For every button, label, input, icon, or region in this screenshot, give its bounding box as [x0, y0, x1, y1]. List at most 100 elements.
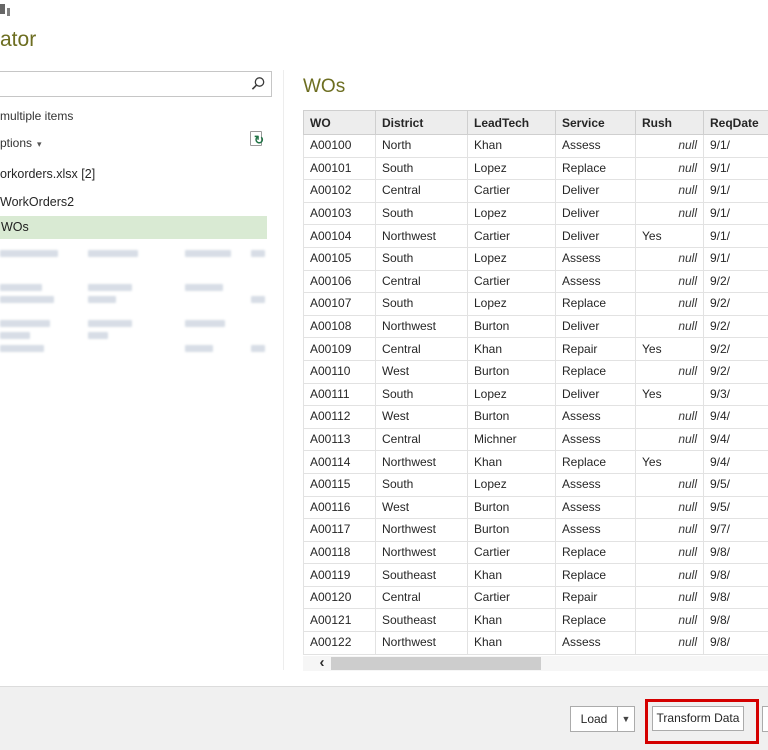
table-cell: 9/1/: [703, 224, 768, 248]
search-input[interactable]: [0, 72, 251, 94]
ghost-text-artifact: [88, 284, 132, 291]
load-dropdown-button[interactable]: ▼: [618, 706, 635, 732]
search-icon[interactable]: [250, 76, 266, 92]
table-cell: null: [635, 563, 704, 587]
table-cell: A00112: [303, 405, 376, 429]
table-cell: Deliver: [555, 224, 636, 248]
refresh-arrow-glyph: ↻: [254, 133, 265, 147]
table-cell: 9/8/: [703, 608, 768, 633]
table-cell: 9/4/: [703, 450, 768, 474]
table-cell: Assess: [555, 427, 636, 452]
refresh-icon[interactable]: ↻: [249, 131, 267, 149]
navigator-dialog: ator multiple items ptions ▾ ↻ orkorders.…: [0, 0, 768, 750]
table-cell: Replace: [555, 563, 636, 587]
pane-divider: [283, 70, 284, 670]
table-cell: Assess: [555, 134, 636, 158]
table-cell: Lopez: [467, 292, 556, 316]
table-cell: 9/2/: [703, 269, 768, 294]
ghost-text-artifact: [185, 284, 223, 291]
ghost-text-artifact: [251, 345, 265, 352]
table-cell: Khan: [467, 563, 556, 587]
table-cell: 9/2/: [703, 314, 768, 339]
table-cell: Assess: [555, 495, 636, 520]
cancel-button-cropped[interactable]: [762, 706, 768, 732]
table-cell: Lopez: [467, 201, 556, 226]
table-cell: Replace: [555, 359, 636, 384]
table-cell: null: [635, 427, 704, 452]
ghost-text-artifact: [251, 296, 265, 303]
ghost-text-artifact: [0, 345, 44, 352]
load-split-button: Load ▼: [570, 706, 635, 732]
table-cell: 9/3/: [703, 382, 768, 407]
scrollbar-thumb[interactable]: [331, 657, 541, 670]
table-cell: A00121: [303, 608, 376, 633]
table-cell: null: [635, 518, 704, 542]
table-cell: 9/2/: [703, 292, 768, 316]
table-cell: Khan: [467, 337, 556, 361]
table-cell: A00113: [303, 427, 376, 452]
table-cell: Assess: [555, 518, 636, 542]
table-cell: Replace: [555, 292, 636, 316]
table-row: A00115 South Lopez Assess null 9/5/: [303, 472, 768, 497]
navigator-title: ator: [0, 28, 37, 51]
table-cell: North: [375, 134, 468, 158]
table-row: A00100 North Khan Assess null 9/1/: [303, 134, 768, 158]
sidebar-item-workbook[interactable]: orkorders.xlsx [2]: [0, 167, 95, 181]
table-cell: null: [635, 495, 704, 520]
display-options-dropdown[interactable]: ptions ▾: [0, 136, 42, 150]
table-cell: Repair: [555, 585, 636, 610]
transform-data-button[interactable]: Transform Data: [652, 706, 744, 731]
chevron-down-icon: ▾: [37, 139, 42, 149]
table-row: A00113 Central Michner Assess null 9/4/: [303, 427, 768, 452]
table-cell: Cartier: [467, 540, 556, 565]
table-cell: 9/1/: [703, 179, 768, 203]
table-cell: Deliver: [555, 179, 636, 203]
table-cell: Deliver: [555, 314, 636, 339]
table-cell: Northwest: [375, 540, 468, 565]
ghost-text-artifact: [185, 250, 231, 257]
table-row: A00105 South Lopez Assess null 9/1/: [303, 246, 768, 271]
table-cell: Cartier: [467, 224, 556, 248]
table-cell: null: [635, 585, 704, 610]
table-cell: 9/5/: [703, 472, 768, 497]
table-header-row: WO District LeadTech Service Rush ReqDate: [303, 110, 768, 135]
table-cell: Khan: [467, 134, 556, 158]
sidebar-item-workorders2[interactable]: WorkOrders2: [0, 195, 74, 209]
ghost-text-artifact: [0, 296, 54, 303]
table-cell: Burton: [467, 518, 556, 542]
table-row: A00108 Northwest Burton Deliver null 9/2/: [303, 314, 768, 339]
table-row: A00101 South Lopez Replace null 9/1/: [303, 156, 768, 181]
table-cell: 9/4/: [703, 427, 768, 452]
table-cell: A00106: [303, 269, 376, 294]
horizontal-scrollbar[interactable]: ‹: [303, 655, 768, 671]
table-cell: Khan: [467, 631, 556, 655]
table-cell: null: [635, 292, 704, 316]
table-cell: Southeast: [375, 608, 468, 633]
table-cell: Deliver: [555, 382, 636, 407]
table-row: A00110 West Burton Replace null 9/2/: [303, 359, 768, 384]
table-cell: Lopez: [467, 472, 556, 497]
table-row: A00118 Northwest Cartier Replace null 9/8/: [303, 540, 768, 565]
load-button[interactable]: Load: [570, 706, 618, 732]
column-header: District: [375, 110, 468, 135]
sidebar-item-label: WOs: [1, 220, 29, 234]
table-cell: South: [375, 246, 468, 271]
table-row: A00107 South Lopez Replace null 9/2/: [303, 292, 768, 316]
table-cell: 9/4/: [703, 405, 768, 429]
sidebar-item-wos-selected[interactable]: WOs: [0, 216, 267, 239]
table-cell: 9/2/: [703, 359, 768, 384]
table-cell: Burton: [467, 495, 556, 520]
table-cell: Lopez: [467, 382, 556, 407]
ghost-text-artifact: [185, 345, 213, 352]
table-cell: Repair: [555, 337, 636, 361]
ghost-text-artifact: [0, 284, 42, 291]
table-cell: Yes: [635, 382, 704, 407]
select-multiple-items-label[interactable]: multiple items: [0, 109, 73, 123]
table-cell: 9/8/: [703, 631, 768, 655]
cropped-edge-artifact: [0, 4, 5, 14]
table-cell: Replace: [555, 450, 636, 474]
table-row: A00120 Central Cartier Repair null 9/8/: [303, 585, 768, 610]
table-row: A00119 Southeast Khan Replace null 9/8/: [303, 563, 768, 587]
scroll-left-icon[interactable]: ‹: [315, 655, 329, 670]
table-cell: West: [375, 495, 468, 520]
